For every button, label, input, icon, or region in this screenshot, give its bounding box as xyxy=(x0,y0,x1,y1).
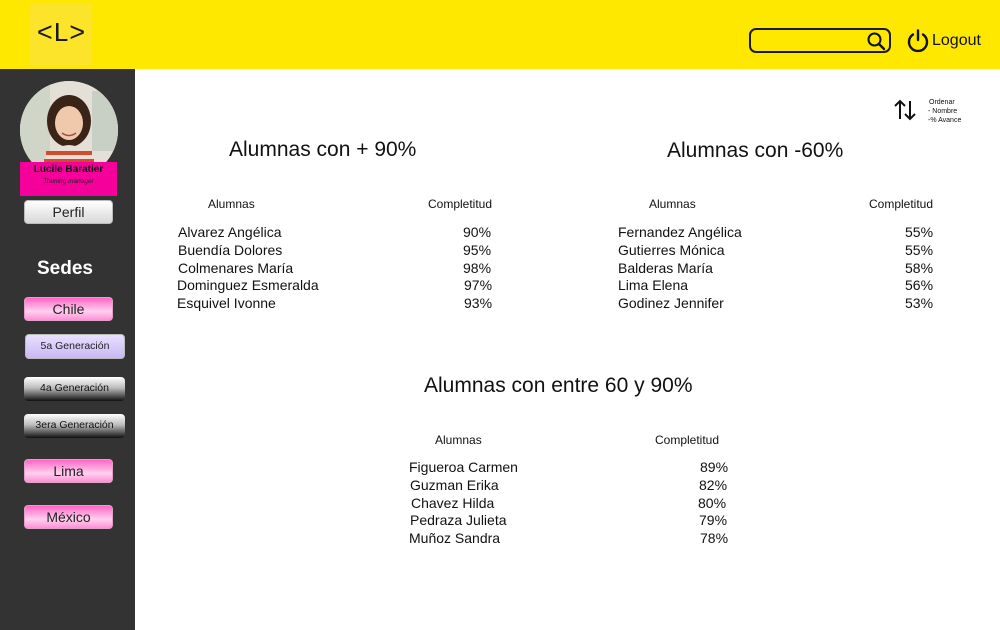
search-input[interactable] xyxy=(755,31,865,50)
column-header-alumnas: Alumnas xyxy=(435,433,482,447)
student-completion: 78% xyxy=(700,530,729,546)
sort-option-nombre[interactable]: - Nombre xyxy=(928,107,961,116)
sort-title: Ordenar xyxy=(929,99,955,106)
sort-option-avance[interactable]: -% Avance xyxy=(928,116,961,125)
sidebar-item-mexico[interactable]: México xyxy=(24,505,113,529)
student-completion: 97% xyxy=(464,277,493,293)
power-icon xyxy=(907,29,929,53)
user-name: Lucile Baratier xyxy=(33,164,104,175)
user-card: Lucile Baratier Training manager xyxy=(20,162,117,196)
student-completion: 55% xyxy=(905,242,934,258)
student-name: Muñoz Sandra xyxy=(409,530,501,546)
student-completion: 98% xyxy=(463,260,492,276)
student-name: Godinez Jennifer xyxy=(618,295,724,311)
sort-options: Ordenar - Nombre -% Avance xyxy=(928,98,961,125)
column-header-alumnas: Alumnas xyxy=(208,197,255,211)
sidebar-item-3era-generacion[interactable]: 3era Generación xyxy=(24,414,125,438)
student-completion: 80% xyxy=(698,495,727,511)
perfil-button[interactable]: Perfil xyxy=(24,200,113,224)
sidebar-item-5a-generacion[interactable]: 5a Generación xyxy=(25,334,125,359)
logout-label: Logout xyxy=(932,32,981,49)
student-name: Guzman Erika xyxy=(410,477,499,493)
sidebar-item-chile[interactable]: Chile xyxy=(24,297,113,321)
student-completion: 79% xyxy=(699,512,728,528)
student-completion: 93% xyxy=(464,295,493,311)
top-header: <L> Logout xyxy=(0,0,1000,69)
student-name: Balderas María xyxy=(618,260,713,276)
student-completion: 58% xyxy=(905,260,934,276)
student-name: Pedraza Julieta xyxy=(410,512,507,528)
column-header-completitud: Completitud xyxy=(428,197,493,211)
section-title: Alumnas con + 90% xyxy=(229,138,417,161)
column-header-completitud: Completitud xyxy=(655,433,720,447)
student-name: Colmenares María xyxy=(178,260,294,276)
student-completion: 55% xyxy=(905,224,934,240)
student-name: Lima Elena xyxy=(618,277,689,293)
student-name: Chavez Hilda xyxy=(411,495,495,511)
student-name: Buendía Dolores xyxy=(178,242,283,258)
search-icon[interactable] xyxy=(866,31,886,51)
student-name: Figueroa Carmen xyxy=(409,459,518,475)
student-completion: 56% xyxy=(905,277,934,293)
student-completion: 95% xyxy=(463,242,492,258)
student-name: Alvarez Angélica xyxy=(178,224,282,240)
student-name: Dominguez Esmeralda xyxy=(177,277,319,293)
student-completion: 90% xyxy=(463,224,492,240)
section-title: Alumnas con entre 60 y 90% xyxy=(424,374,693,397)
student-name: Fernandez Angélica xyxy=(618,224,742,240)
app-logo[interactable]: <L> xyxy=(30,4,92,66)
search-box[interactable] xyxy=(749,28,891,53)
column-header-completitud: Completitud xyxy=(869,197,934,211)
sort-arrows-icon[interactable] xyxy=(893,98,919,122)
student-completion: 82% xyxy=(699,477,728,493)
sidebar: Lucile Baratier Training manager Perfil … xyxy=(0,69,135,630)
student-name: Gutierres Mónica xyxy=(618,242,725,258)
student-completion: 89% xyxy=(700,459,729,475)
student-name: Esquivel Ivonne xyxy=(177,295,276,311)
user-role: Training manager xyxy=(43,178,94,185)
student-completion: 53% xyxy=(905,295,934,311)
sort-control[interactable]: Ordenar - Nombre -% Avance xyxy=(893,96,973,126)
sedes-heading: Sedes xyxy=(37,258,93,279)
logout-button[interactable]: Logout xyxy=(906,27,981,55)
column-header-alumnas: Alumnas xyxy=(649,197,696,211)
sidebar-item-lima[interactable]: Lima xyxy=(24,459,113,483)
sidebar-item-4a-generacion[interactable]: 4a Generación xyxy=(24,377,125,401)
section-title: Alumnas con -60% xyxy=(667,139,844,162)
